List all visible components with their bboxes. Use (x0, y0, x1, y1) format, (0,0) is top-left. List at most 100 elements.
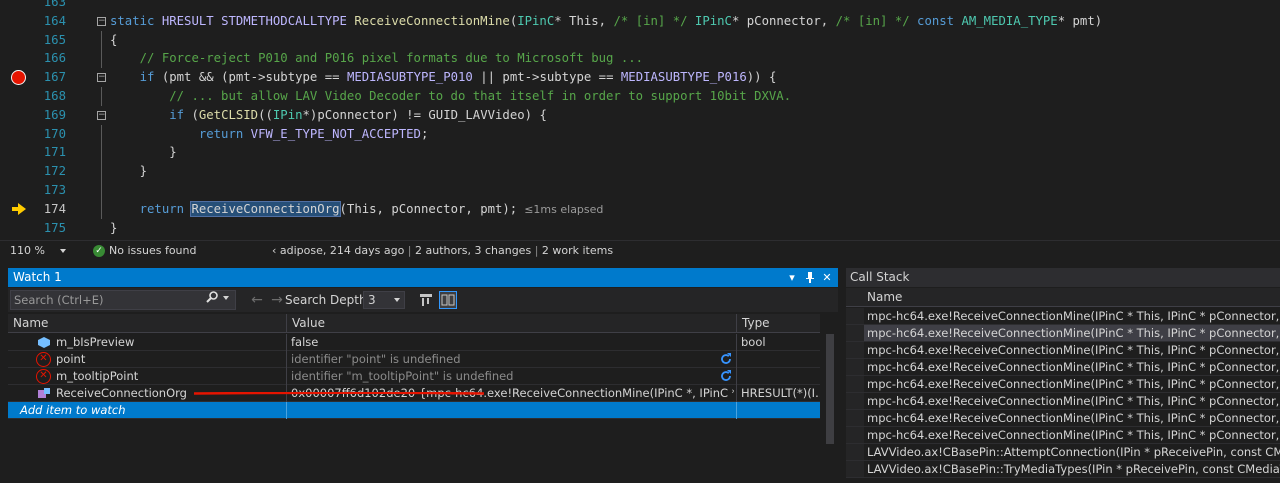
watch-name-cell[interactable]: m_bIsPreview (8, 334, 284, 351)
watch-value-cell (286, 402, 734, 419)
breakpoint-margin[interactable] (0, 143, 34, 162)
code-line[interactable]: 164 − static HRESULT STDMETHODCALLTYPE Rec… (0, 12, 1280, 31)
code-line[interactable]: 163 (0, 0, 1280, 12)
column-header-value[interactable]: Value (286, 314, 736, 333)
blame-authors[interactable]: 2 authors, 3 changes (415, 244, 531, 257)
watch-titlebar[interactable]: Watch 1 ▾ ✕ (8, 268, 838, 287)
vertical-scrollbar[interactable] (822, 314, 838, 483)
breakpoint-margin[interactable] (0, 12, 34, 31)
code-line[interactable]: 171 } (0, 143, 1280, 163)
call-stack-frame[interactable]: mpc-hc64.exe!ReceiveConnectionMine(IPinC… (846, 376, 1280, 393)
code-line[interactable]: 167− if (pmt && (pmt->subtype == MEDIASU… (0, 68, 1280, 87)
call-stack-frame[interactable]: LAVVideo.ax!CBasePin::AttemptConnection(… (846, 444, 1280, 461)
watch-row[interactable]: ReceiveConnectionOrg 0x00007ff6d102de20 {… (8, 385, 820, 402)
code-text[interactable]: if (pmt && (pmt->subtype == MEDIASUBTYPE… (110, 68, 777, 87)
instruction-pointer-icon[interactable] (12, 202, 26, 215)
code-editor[interactable]: 163 164− static HRESULT STDMETHODCALLTYPE … (0, 0, 1280, 240)
fold-guide (101, 162, 102, 182)
add-item-to-watch[interactable]: Add item to watch (8, 402, 284, 419)
close-icon[interactable]: ✕ (820, 268, 834, 287)
code-line[interactable]: 169 − if (GetCLSID((IPin*)pConnector) != … (0, 106, 1280, 125)
code-text[interactable]: return ReceiveConnectionOrg(This, pConne… (110, 200, 603, 219)
code-text[interactable]: return VFW_E_TYPE_NOT_ACCEPTED; (110, 125, 429, 144)
code-text[interactable]: } (110, 219, 117, 238)
arrow-right-icon[interactable]: → (269, 291, 285, 309)
call-stack-frame[interactable]: mpc-hc64.exe!ReceiveConnectionMine(IPinC… (846, 308, 1280, 325)
arrow-left-icon[interactable]: ← (249, 291, 265, 309)
fold-guide (101, 124, 102, 144)
code-line[interactable]: 172 } (0, 162, 1280, 182)
call-stack-frame[interactable]: mpc-hc64.exe!ReceiveConnectionMine(IPinC… (846, 342, 1280, 359)
code-token: IPinC (517, 13, 555, 28)
breakpoint-margin[interactable] (0, 87, 34, 106)
add-watch-row[interactable]: Add item to watch (8, 402, 820, 419)
column-header-name[interactable]: Name (867, 290, 902, 304)
window-menu-icon[interactable]: ▾ (785, 268, 799, 287)
watch-name-cell[interactable]: point (8, 351, 284, 368)
refresh-icon[interactable] (719, 369, 733, 383)
pin-icon[interactable] (803, 268, 817, 287)
code-line[interactable]: 170 return VFW_E_TYPE_NOT_ACCEPTED; (0, 124, 1280, 144)
watch-row[interactable]: ✕ m_tooltipPoint identifier "m_tooltipPoin… (8, 368, 820, 385)
breakpoint-margin[interactable] (0, 181, 34, 200)
code-text[interactable]: // ... but allow LAV Video Decoder to do… (110, 87, 791, 106)
code-token: ; (420, 126, 429, 141)
call-stack-frame[interactable]: LAVVideo.ax!CBasePin::TryMediaTypes(IPin… (846, 461, 1280, 478)
breakpoint-margin[interactable] (0, 125, 34, 144)
checkmark-icon: ✓ (93, 245, 105, 257)
chevron-down-icon[interactable] (60, 249, 66, 253)
line-number: 175 (43, 220, 66, 235)
search-input[interactable]: Search (Ctrl+E) (10, 290, 236, 310)
call-stack-frame[interactable]: mpc-hc64.exe!ReceiveConnectionMine(IPinC… (846, 410, 1280, 427)
code-text[interactable]: if (GetCLSID((IPin*)pConnector) != GUID_… (110, 106, 547, 125)
collapse-icon[interactable]: − (97, 16, 106, 26)
breakpoint-margin[interactable] (0, 49, 34, 68)
breakpoint-margin[interactable] (0, 0, 34, 12)
watch-row[interactable]: ✕ point identifier "point" is undefined (8, 351, 820, 368)
collapse-icon[interactable]: − (97, 73, 106, 83)
collapse-icon[interactable]: − (97, 110, 106, 120)
breakpoint-margin[interactable] (0, 162, 34, 181)
column-header-type[interactable]: Type (736, 314, 820, 333)
watch-name-cell[interactable]: m_tooltipPoint (8, 368, 284, 385)
call-stack-titlebar[interactable]: Call Stack (846, 268, 1280, 287)
zoom-level[interactable]: 110 % (10, 241, 45, 261)
code-text[interactable]: { (110, 31, 117, 50)
watch-value-cell[interactable]: identifier "point" is undefined (286, 351, 734, 368)
watch-value-cell[interactable]: false (286, 334, 734, 351)
call-stack-frame[interactable]: mpc-hc64.exe!ReceiveConnectionMine(IPinC… (846, 359, 1280, 376)
watch-value-cell[interactable]: identifier "m_tooltipPoint" is undefined (286, 368, 734, 385)
call-stack-frame[interactable]: mpc-hc64.exe!ReceiveConnectionMine(IPinC… (846, 325, 1280, 342)
code-line[interactable]: 165 { (0, 30, 1280, 50)
code-text[interactable]: } (110, 162, 147, 181)
hex-display-toggle[interactable] (439, 291, 457, 309)
watch-row[interactable]: m_bIsPreview false bool (8, 334, 820, 351)
blame-work-items[interactable]: 2 work items (542, 244, 613, 257)
watch-type-cell (736, 402, 820, 419)
breakpoint-margin[interactable] (0, 31, 34, 50)
search-icon[interactable] (206, 291, 218, 303)
search-depth-select[interactable]: 3 (363, 291, 405, 309)
code-line[interactable]: 174 return ReceiveConnectionOrg(This, pC… (0, 199, 1280, 219)
watch-type-cell: HRESULT(*)(I... (736, 385, 820, 402)
search-options-dropdown-icon[interactable] (223, 296, 229, 300)
code-text[interactable]: } (110, 143, 176, 162)
view-options-icon[interactable] (418, 292, 434, 308)
scrollbar-thumb[interactable] (826, 334, 834, 444)
code-line[interactable]: 168 // ... but allow LAV Video Decoder t… (0, 87, 1280, 106)
issues-status[interactable]: No issues found (109, 241, 196, 261)
breakpoint-margin[interactable] (0, 219, 34, 238)
code-text[interactable]: // Force-reject P010 and P016 pixel form… (110, 49, 643, 68)
code-line[interactable]: 173 (0, 181, 1280, 200)
code-text[interactable]: static HRESULT STDMETHODCALLTYPE Receive… (110, 12, 1102, 31)
refresh-icon[interactable] (719, 352, 733, 366)
blame-author[interactable]: adipose, 214 days ago (280, 244, 404, 257)
column-header-name[interactable]: Name (8, 314, 286, 333)
code-line[interactable]: 175} (0, 219, 1280, 238)
breakpoint-margin[interactable] (0, 106, 34, 125)
call-stack-frame[interactable]: mpc-hc64.exe!ReceiveConnectionMine(IPinC… (846, 393, 1280, 410)
code-line[interactable]: 166 // Force-reject P010 and P016 pixel … (0, 49, 1280, 69)
git-blame-info[interactable]: ‹ adipose, 214 days ago | 2 authors, 3 c… (272, 241, 613, 261)
call-stack-frame[interactable]: mpc-hc64.exe!ReceiveConnectionMine(IPinC… (846, 427, 1280, 444)
